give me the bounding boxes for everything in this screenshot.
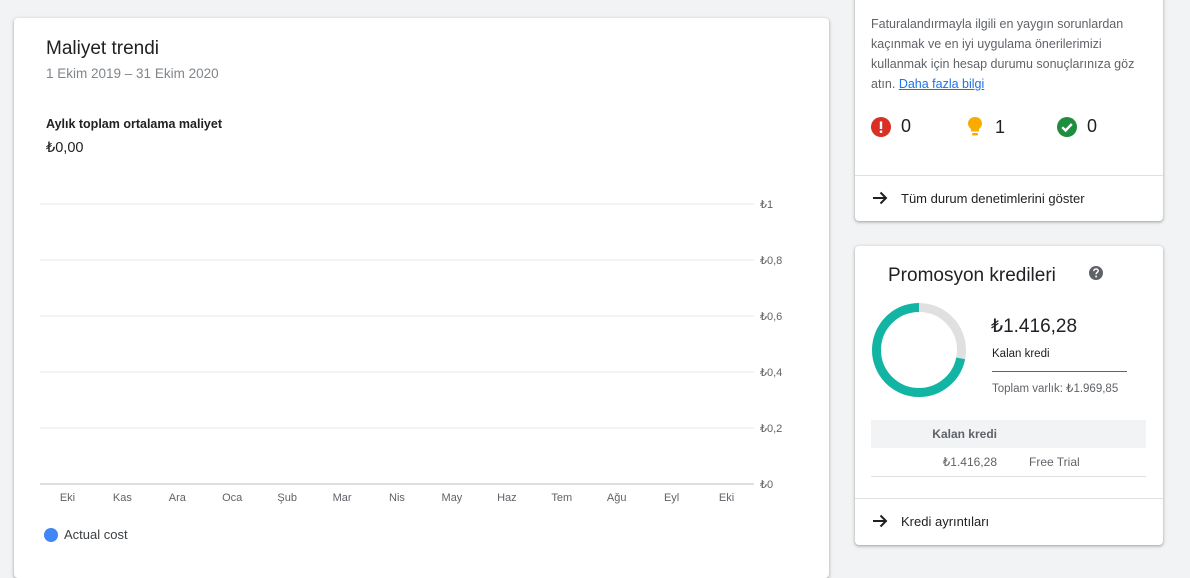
credit-table-header-empty [997, 420, 1146, 448]
ok-count[interactable]: 0 [1057, 116, 1097, 137]
status-counts: 0 1 0 [871, 116, 1151, 146]
show-all-checks-label: Tüm durum denetimlerini göster [901, 190, 1085, 206]
promo-divider [855, 498, 1163, 499]
x-tick-label: Ara [169, 492, 187, 504]
promo-credits-card: Promosyon kredileri ₺1.416,28 Kalan kred… [855, 246, 1163, 545]
x-tick-label: Nis [389, 492, 405, 504]
error-icon [871, 116, 891, 137]
status-description: Faturalandırmayla ilgili en yaygın sorun… [871, 14, 1153, 94]
y-tick-label: ₺0 [760, 479, 773, 491]
credit-divider-line [992, 371, 1127, 372]
x-tick-label: Eki [60, 492, 75, 504]
x-tick-label: Tem [551, 492, 572, 504]
remaining-credit-label: Kalan kredi [992, 348, 1050, 360]
cost-trend-chart: ₺1 ₺0,8 ₺0,6 ₺0,4 ₺0,2 ₺0 Eki Kas Ara Oca Şub Mar Ni… [40, 199, 782, 504]
error-count-value: 0 [901, 116, 912, 136]
credit-details-link[interactable]: Kredi ayrıntıları [871, 512, 989, 530]
lightbulb-icon [968, 117, 982, 136]
table-row: ₺1.416,28 Free Trial [871, 448, 1146, 477]
y-tick-label: ₺0,8 [760, 255, 782, 267]
legend-dot-icon [44, 527, 58, 542]
chart-legend[interactable]: Actual cost [44, 527, 128, 542]
credit-table: Kalan kredi ₺1.416,28 Free Trial [871, 420, 1146, 477]
legend-label: Actual cost [64, 527, 128, 542]
total-credit: Toplam varlık: ₺1.969,85 [992, 383, 1119, 395]
show-all-checks-link[interactable]: Tüm durum denetimlerini göster [871, 189, 1085, 207]
status-divider [855, 175, 1163, 176]
y-tick-label: ₺1 [760, 199, 773, 211]
ok-count-value: 0 [1087, 116, 1098, 136]
remaining-credit-value: ₺1.416,28 [991, 316, 1078, 337]
warning-count[interactable]: 1 [965, 116, 1005, 138]
credit-table-header-row: Kalan kredi [871, 420, 1146, 448]
error-count[interactable]: 0 [871, 116, 911, 137]
credit-name-cell: Free Trial [997, 448, 1146, 477]
y-tick-label: ₺0,2 [760, 423, 782, 435]
arrow-right-icon [873, 514, 888, 528]
cost-trend-card: Maliyet trendi 1 Ekim 2019 – 31 Ekim 202… [14, 18, 829, 578]
x-tick-label: Haz [497, 492, 517, 504]
arrow-right-icon [873, 191, 888, 205]
x-tick-label: Kas [113, 492, 132, 504]
credit-amount-cell: ₺1.416,28 [871, 448, 997, 477]
warning-count-value: 1 [995, 116, 1006, 137]
x-tick-label: Şub [277, 492, 297, 504]
y-tick-label: ₺0,4 [760, 367, 782, 379]
x-tick-label: Mar [333, 492, 352, 504]
credit-table-header: Kalan kredi [871, 420, 997, 448]
x-tick-label: May [442, 492, 463, 504]
promo-credits-title: Promosyon kredileri [888, 265, 1056, 286]
x-tick-label: Eki [719, 492, 734, 504]
x-tick-label: Ağu [607, 492, 627, 504]
x-tick-label: Eyl [664, 492, 679, 504]
credit-details-label: Kredi ayrıntıları [901, 513, 990, 529]
account-status-card: Faturalandırmayla ilgili en yaygın sorun… [855, 0, 1163, 221]
x-tick-label: Oca [222, 492, 243, 504]
y-tick-label: ₺0,6 [760, 311, 782, 323]
credit-donut-chart [872, 303, 966, 397]
help-icon[interactable] [1088, 265, 1104, 281]
check-circle-icon [1057, 116, 1077, 137]
learn-more-link[interactable]: Daha fazla bilgi [899, 77, 984, 91]
